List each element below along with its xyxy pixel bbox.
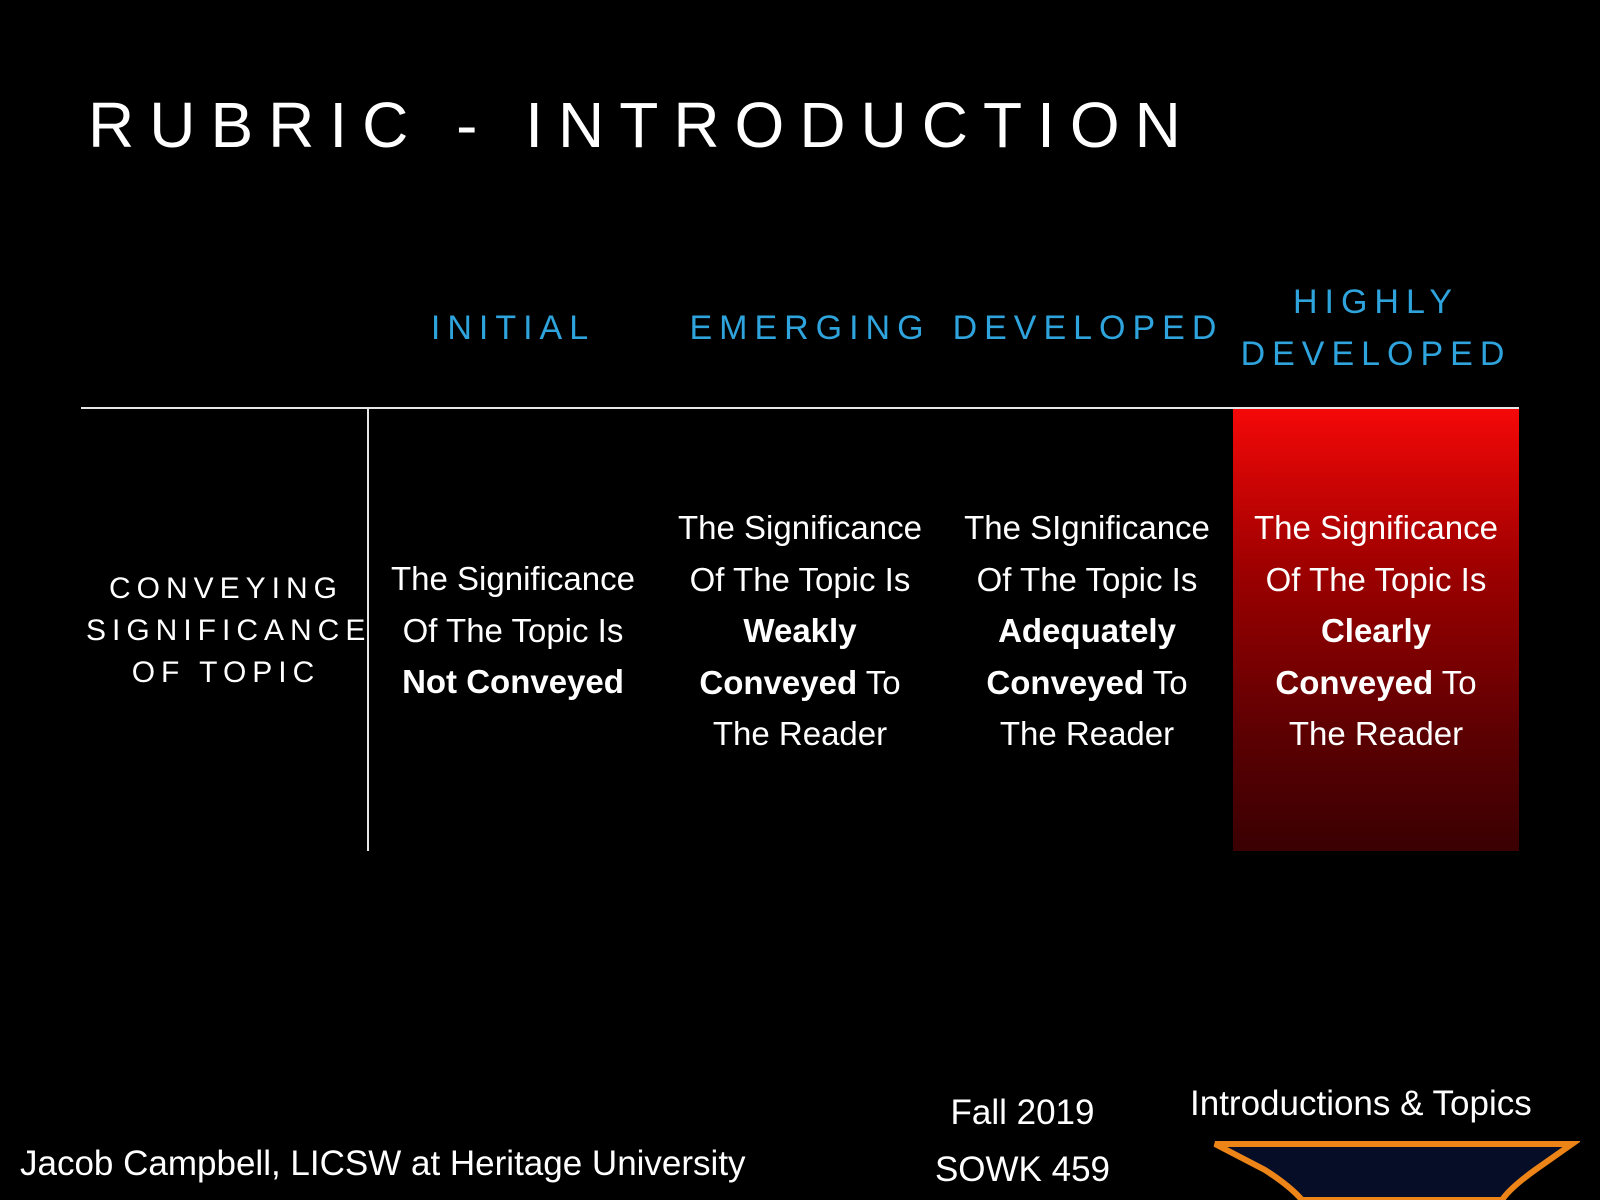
cell-line: Of The Topic Is [1265, 560, 1487, 598]
cell-line: Of The Topic Is [976, 560, 1198, 598]
cell-text: To [1433, 663, 1477, 701]
cell-line: The Significance [678, 509, 922, 546]
cell-line: The Reader [712, 715, 888, 752]
cell-line: Of The Topic Is [689, 560, 911, 598]
footer-course-info: Fall 2019 SOWK 459 [915, 1084, 1130, 1198]
rubric-cell-emerging: The Significance Of The Topic Is Weakly … [655, 502, 945, 760]
cell-line: The Significance [391, 560, 635, 597]
column-header-initial: INITIAL [430, 309, 596, 347]
cell-text: To [857, 663, 901, 701]
footer-section-title: Introductions & Topics [1190, 1084, 1532, 1123]
column-header-line: DEVELOPED [1240, 335, 1512, 373]
column-header-line: HIGHLY [1292, 283, 1460, 321]
cell-line: The Reader [999, 715, 1175, 752]
cell-line: The Significance [1254, 509, 1498, 546]
column-header-highly-developed: HIGHLY DEVELOPED [1233, 276, 1519, 380]
cell-line: Conveyed To [942, 657, 1232, 709]
rubric-cell-developed: The SIgnificance Of The Topic Is Adequat… [942, 502, 1232, 760]
cell-line: Of The Topic Is [402, 611, 624, 649]
slide-title: RUBRIC - INTRODUCTION [88, 89, 1196, 161]
cell-line: Conveyed To [1233, 657, 1519, 709]
cell-line: Adequately [942, 605, 1232, 657]
pennant-emblem-icon [1213, 1141, 1580, 1200]
cell-line: Clearly [1233, 605, 1519, 657]
cell-line: Weakly [655, 605, 945, 657]
cell-emphasis: Clearly [1320, 612, 1432, 649]
row-label-line: SIGNIFICANCE [86, 614, 372, 647]
cell-line: The SIgnificance [964, 509, 1210, 546]
footer-author: Jacob Campbell, LICSW at Heritage Univer… [20, 1144, 746, 1183]
row-label-line: CONVEYING [108, 572, 344, 605]
column-header-developed: DEVELOPED [952, 309, 1224, 347]
cell-emphasis: Adequately [998, 612, 1176, 649]
cell-line: The Reader [1288, 715, 1464, 752]
footer-course: SOWK 459 [934, 1150, 1111, 1189]
column-header-emerging: EMERGING [689, 309, 931, 347]
cell-line: Not Conveyed [370, 656, 656, 708]
cell-line: Conveyed To [655, 657, 945, 709]
cell-emphasis: Weakly [743, 612, 857, 649]
cell-emphasis: Conveyed [699, 663, 858, 701]
row-label: CONVEYING SIGNIFICANCE OF TOPIC [86, 568, 366, 694]
footer-term: Fall 2019 [950, 1093, 1095, 1132]
rubric-cell-highly-developed: The Significance Of The Topic Is Clearly… [1233, 502, 1519, 760]
cell-emphasis: Conveyed [986, 663, 1145, 701]
row-label-line: OF TOPIC [131, 656, 321, 689]
rubric-cell-initial: The Significance Of The Topic Is Not Con… [370, 553, 656, 708]
cell-emphasis: Conveyed [1275, 663, 1434, 701]
cell-emphasis: Not Conveyed [402, 663, 624, 700]
cell-text: To [1144, 663, 1188, 701]
